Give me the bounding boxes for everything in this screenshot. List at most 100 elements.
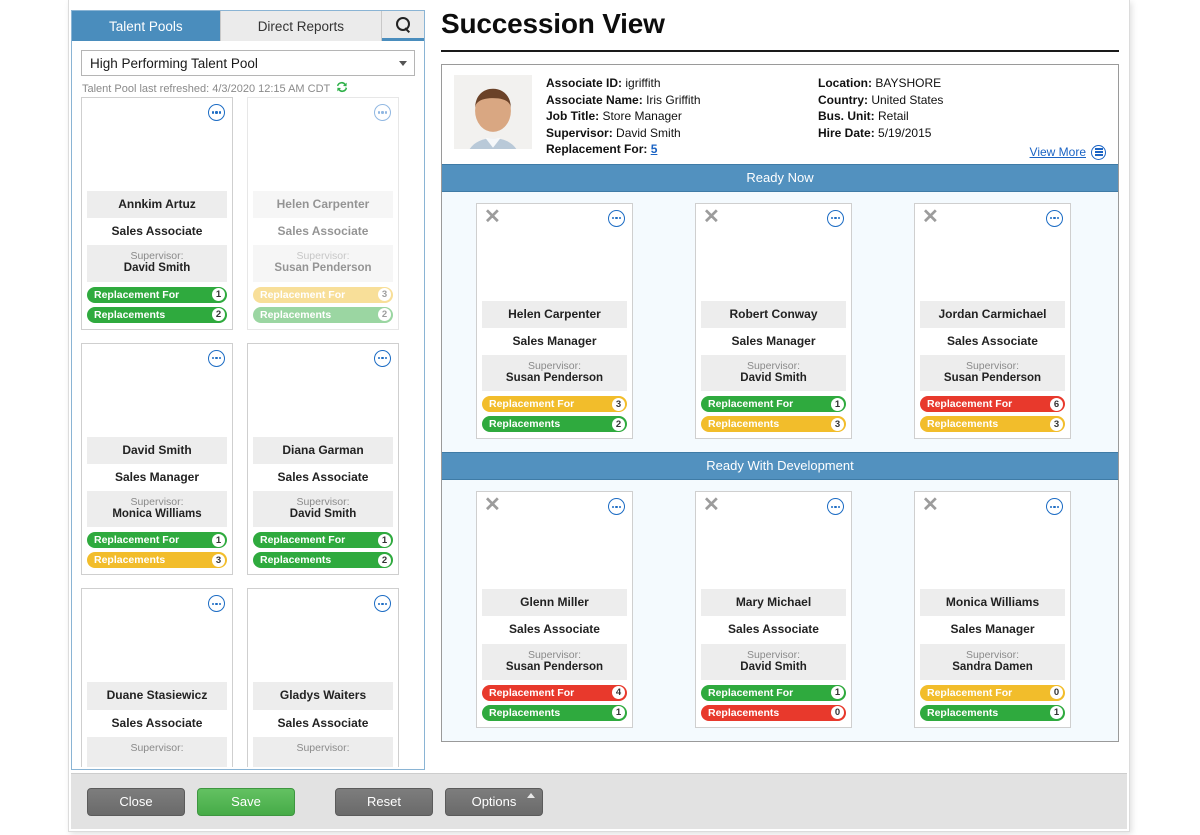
employee-card[interactable]: ✕ Robert Conway Sales Manager Supervisor: Da… <box>695 202 852 440</box>
card-more-options-icon[interactable] <box>374 595 391 613</box>
card-more-options-icon[interactable] <box>374 349 391 367</box>
employee-photo <box>286 105 360 189</box>
badge-replacements[interactable]: Replacements 3 <box>920 416 1065 433</box>
remove-successor-icon[interactable]: ✕ <box>703 495 720 515</box>
remove-successor-icon[interactable]: ✕ <box>484 207 501 227</box>
employee-job-title: Sales Associate <box>701 616 846 644</box>
employee-card[interactable]: ✕ Helen Carpenter Sales Manager Supervisor:… <box>476 202 633 440</box>
badge-count: 1 <box>212 533 225 547</box>
badge-replacements[interactable]: Replacements 2 <box>253 306 393 323</box>
badge-replacements[interactable]: Replacements 3 <box>87 552 227 569</box>
supervisor-name: Susan Penderson <box>274 262 372 275</box>
employee-name: Monica Williams <box>920 589 1065 617</box>
talent-pool-select[interactable]: High Performing Talent Pool <box>81 50 415 76</box>
employee-photo <box>286 351 360 435</box>
supervisor-name: David Smith <box>740 660 807 673</box>
reset-button[interactable]: Reset <box>335 787 433 816</box>
badge-replacement for[interactable]: Replacement For 1 <box>253 532 393 549</box>
employee-badges: Replacement For 6 Replacements 3 <box>920 391 1065 433</box>
badge-count: 3 <box>612 397 625 411</box>
card-more-options-icon[interactable] <box>1046 209 1063 227</box>
employee-card[interactable]: ✕ Monica Williams Sales Manager Supervisor:… <box>914 491 1071 728</box>
badge-replacements[interactable]: Replacements 1 <box>920 704 1065 721</box>
card-more-options-icon[interactable] <box>827 498 844 516</box>
card-more-options-icon[interactable] <box>608 498 625 516</box>
detail-value: igriffith <box>625 76 661 90</box>
options-button[interactable]: Options <box>445 787 543 816</box>
view-more-link[interactable]: View More <box>1030 144 1106 160</box>
detail-value: 5/19/2015 <box>878 125 932 140</box>
employee-name: Annkim Artuz <box>87 191 227 219</box>
remove-successor-icon[interactable]: ✕ <box>484 495 501 515</box>
remove-successor-icon[interactable]: ✕ <box>922 207 939 227</box>
card-photo-area: ✕ <box>701 495 846 590</box>
supervisor-name: Sandra Damen <box>952 660 1033 673</box>
card-more-options-icon[interactable] <box>208 595 225 613</box>
badge-count: 0 <box>831 706 844 720</box>
card-photo-area: ✕ <box>920 495 1065 590</box>
supervisor-name <box>255 754 391 767</box>
remove-successor-icon[interactable]: ✕ <box>922 495 939 515</box>
employee-photo <box>954 499 1032 587</box>
employee-card[interactable]: Duane Stasiewicz Sales Associate Superviso… <box>81 588 233 767</box>
card-more-options-icon[interactable] <box>1046 498 1063 516</box>
badge-replacement for[interactable]: Replacement For 1 <box>701 684 846 701</box>
employee-job-title: Sales Manager <box>482 327 627 355</box>
search-button[interactable] <box>382 11 425 38</box>
employee-name: Helen Carpenter <box>482 300 627 328</box>
employee-card[interactable]: Diana Garman Sales Associate Supervisor: Da… <box>247 342 399 576</box>
card-more-options-icon[interactable] <box>608 209 625 227</box>
badge-replacement for[interactable]: Replacement For 1 <box>701 396 846 413</box>
employee-name: Helen Carpenter <box>253 191 393 219</box>
badge-replacements[interactable]: Replacements 1 <box>482 704 627 721</box>
employee-card[interactable]: Annkim Artuz Sales Associate Supervisor: Da… <box>81 97 233 330</box>
employee-card[interactable]: David Smith Sales Manager Supervisor: Monic… <box>81 342 233 576</box>
card-more-options-icon[interactable] <box>208 104 225 121</box>
badge-label: Replacements <box>927 418 999 431</box>
employee-name: Mary Michael <box>701 589 846 617</box>
badge-replacement for[interactable]: Replacement For 1 <box>87 532 227 549</box>
close-button[interactable]: Close <box>87 787 185 816</box>
options-button-label: Options <box>471 794 517 809</box>
badge-replacement for[interactable]: Replacement For 3 <box>482 396 627 413</box>
detail-line: Hire Date: 5/19/2015 <box>818 125 943 142</box>
employee-supervisor: Supervisor: <box>87 736 227 767</box>
badge-replacements[interactable]: Replacements 3 <box>701 416 846 433</box>
badge-replacement for[interactable]: Replacement For 4 <box>482 684 627 701</box>
badge-replacements[interactable]: Replacements 2 <box>253 552 393 569</box>
badge-replacements[interactable]: Replacements 0 <box>701 704 846 721</box>
badge-replacement for[interactable]: Replacement For 6 <box>920 396 1065 413</box>
refresh-icon[interactable] <box>335 80 349 97</box>
employee-card[interactable]: Helen Carpenter Sales Associate Supervisor… <box>247 97 399 330</box>
supervisor-name: David Smith <box>289 508 357 521</box>
tab-talent-pools[interactable]: Talent Pools <box>72 11 221 41</box>
employee-photo <box>516 499 594 587</box>
replacement-for-link[interactable]: 5 <box>651 142 658 156</box>
badge-replacements[interactable]: Replacements 2 <box>482 416 627 433</box>
card-more-options-icon[interactable] <box>827 209 844 227</box>
card-photo-area <box>87 348 227 437</box>
talent-pool-list[interactable]: Annkim Artuz Sales Associate Supervisor: Da… <box>72 97 424 767</box>
card-more-options-icon[interactable] <box>208 349 225 367</box>
tab-direct-reports[interactable]: Direct Reports <box>220 11 383 41</box>
badge-replacements[interactable]: Replacements 2 <box>87 306 227 323</box>
menu-circle-icon <box>1091 144 1106 160</box>
supervisor-label: Supervisor: <box>746 359 801 372</box>
employee-badges: Replacement For 1 Replacements 0 <box>701 680 846 721</box>
card-more-options-icon[interactable] <box>374 104 391 121</box>
badge-replacement for[interactable]: Replacement For 0 <box>920 684 1065 701</box>
save-button[interactable]: Save <box>197 787 295 816</box>
badge-label: Replacement For <box>708 398 794 411</box>
employee-card[interactable]: ✕ Glenn Miller Sales Associate Supervisor: S… <box>476 491 633 728</box>
employee-job-title: Sales Associate <box>253 218 393 246</box>
succession-view-panel: Succession View Associate ID: igriffith A… <box>433 0 1127 772</box>
badge-replacement for[interactable]: Replacement For 3 <box>253 286 393 303</box>
detail-label: Country: <box>818 92 868 107</box>
employee-card[interactable]: ✕ Mary Michael Sales Associate Supervisor: D… <box>695 491 852 728</box>
employee-card[interactable]: ✕ Jordan Carmichael Sales Associate Supervi… <box>914 202 1071 440</box>
panel-tabs: Talent Pools Direct Reports <box>72 11 425 41</box>
employee-card[interactable]: Gladys Waiters Sales Associate Supervisor: <box>247 588 399 767</box>
successor-row: ✕ Glenn Miller Sales Associate Supervisor: S… <box>442 480 1118 741</box>
remove-successor-icon[interactable]: ✕ <box>703 207 720 227</box>
badge-replacement for[interactable]: Replacement For 1 <box>87 286 227 303</box>
